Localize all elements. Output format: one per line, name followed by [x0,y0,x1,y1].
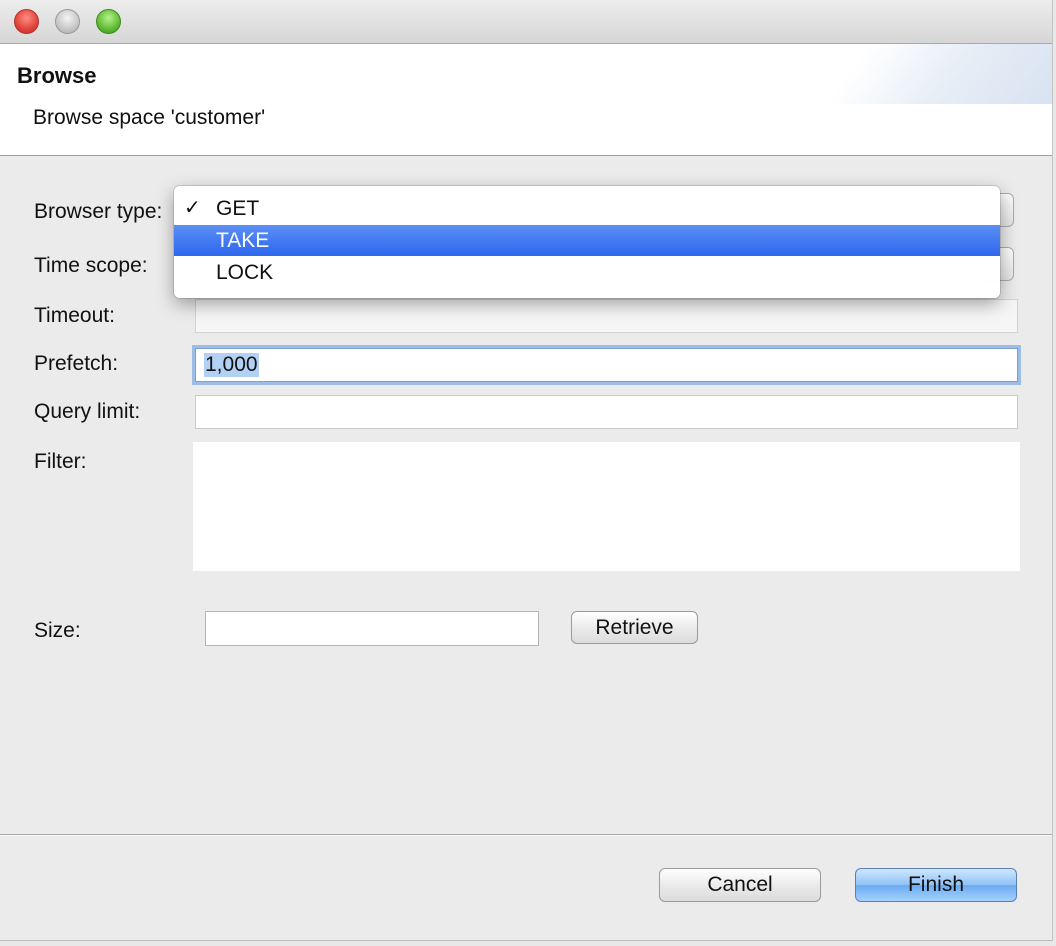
dialog-subtitle: Browse space 'customer' [33,106,266,129]
prefetch-value: 1,000 [204,353,259,377]
browse-dialog-window: Browse Browse space 'customer' Browser t… [0,0,1053,941]
menu-item-label: TAKE [216,229,270,252]
zoom-window-icon[interactable] [96,9,121,34]
menu-item-take[interactable]: TAKE [174,225,1000,256]
menu-item-label: GET [216,197,260,220]
size-label: Size: [34,619,81,642]
timeout-input[interactable] [195,299,1018,333]
menu-item-lock[interactable]: LOCK [174,257,1000,288]
timeout-label: Timeout: [34,304,115,327]
menu-item-get[interactable]: ✓ GET [174,193,1000,224]
filter-textarea[interactable] [193,442,1020,571]
retrieve-button[interactable]: Retrieve [571,611,698,644]
footer-divider-highlight [0,835,1052,836]
size-input[interactable] [205,611,539,646]
dialog-header: Browse Browse space 'customer' [0,44,1052,156]
close-window-icon[interactable] [14,9,39,34]
browser-type-dropdown-menu: ✓ GET TAKE LOCK [174,186,1000,298]
menu-item-label: LOCK [216,261,274,284]
finish-button[interactable]: Finish [855,868,1017,902]
cancel-button[interactable]: Cancel [659,868,821,902]
query-limit-label: Query limit: [34,400,141,423]
checkmark-icon: ✓ [184,197,201,219]
prefetch-input[interactable]: 1,000 [195,348,1018,382]
minimize-window-icon[interactable] [55,9,80,34]
title-bar [0,0,1052,44]
browser-type-label: Browser type: [34,200,163,223]
filter-label: Filter: [34,450,87,473]
header-banner-graphic [774,44,1052,104]
time-scope-label: Time scope: [34,254,148,277]
prefetch-label: Prefetch: [34,352,119,375]
query-limit-input[interactable] [195,395,1018,429]
dialog-title: Browse [17,63,97,88]
